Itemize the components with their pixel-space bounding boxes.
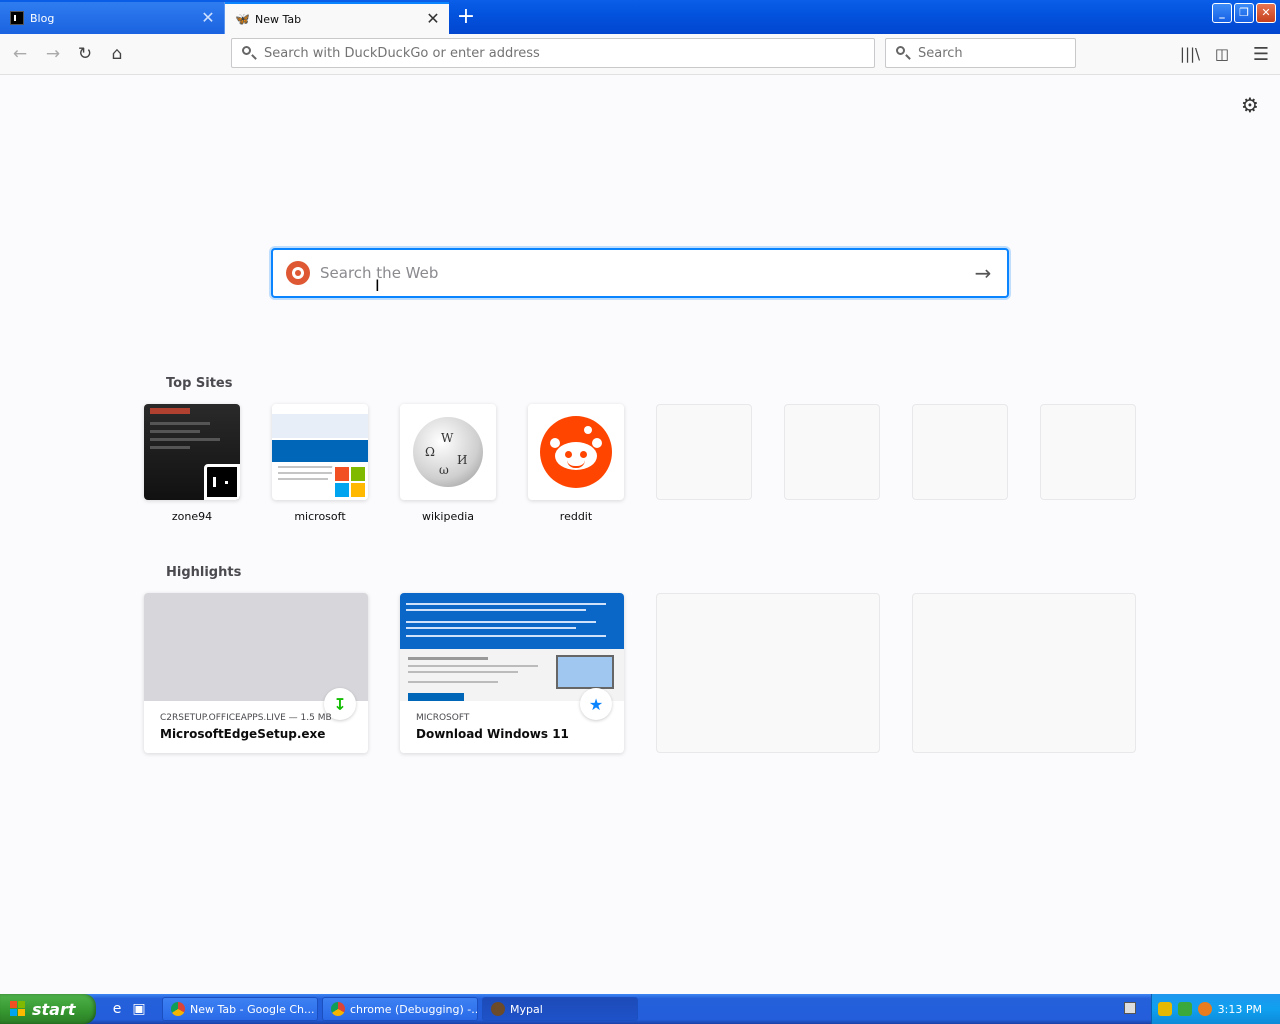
tab-blog[interactable]: Blog ✕	[0, 2, 225, 34]
top-site-reddit[interactable]: reddit	[528, 404, 624, 523]
taskbar-item-new-tab-chrome[interactable]: New Tab - Google Ch...	[162, 997, 318, 1021]
bookmark-star-icon: ★	[580, 688, 612, 720]
new-tab-plus-icon[interactable]: +	[455, 6, 477, 28]
empty-slot	[912, 404, 1008, 500]
address-bar[interactable]: Search with DuckDuckGo or enter address	[231, 38, 875, 68]
chrome-icon	[171, 1002, 185, 1016]
sidebar-icon[interactable]: ◫	[1210, 42, 1234, 66]
empty-slot	[656, 404, 752, 500]
top-site-thumbnail: W Ω И ω	[400, 404, 496, 500]
empty-slot	[784, 404, 880, 500]
minimize-icon[interactable]: _	[1212, 3, 1232, 23]
top-site-label: wikipedia	[421, 510, 474, 523]
highlight-empty-slot	[912, 593, 1136, 753]
taskbar-item-mypal[interactable]: Mypal	[482, 997, 638, 1021]
reddit-logo-icon	[540, 416, 612, 488]
taskbar-item-label: New Tab - Google Ch...	[190, 1002, 315, 1016]
top-sites-title: Top Sites	[166, 376, 233, 391]
window-controls: _ ❐ ✕	[1212, 3, 1276, 23]
highlight-preview	[400, 593, 624, 701]
highlight-card-bookmark[interactable]: ★ MICROSOFT Download Windows 11	[400, 593, 624, 753]
top-site-thumbnail	[272, 404, 368, 500]
navigation-toolbar: ← → ↻ ⌂ Search with DuckDuckGo or enter …	[0, 34, 1280, 75]
highlight-source: C2RSETUP.OFFICEAPPS.LIVE — 1.5 MB	[160, 713, 332, 723]
mypal-icon	[491, 1002, 505, 1016]
top-site-thumbnail	[144, 404, 240, 500]
top-site-thumbnail	[528, 404, 624, 500]
tab-new-tab[interactable]: 🦋 New Tab ✕	[225, 2, 449, 34]
show-desktop-icon[interactable]: ▣	[131, 1001, 147, 1017]
restore-icon[interactable]: ❐	[1234, 3, 1254, 23]
highlight-title: MicrosoftEdgeSetup.exe	[160, 727, 326, 741]
taskbar-item-label: Mypal	[510, 1002, 543, 1016]
system-tray: 3:13 PM	[1151, 994, 1280, 1024]
search-icon	[242, 46, 256, 60]
close-window-icon[interactable]: ✕	[1256, 3, 1276, 23]
top-site-empty	[912, 404, 1008, 500]
zone94-favicon-icon	[204, 464, 240, 500]
search-bar[interactable]: Search	[885, 38, 1076, 68]
top-site-wikipedia[interactable]: W Ω И ω wikipedia	[400, 404, 496, 523]
tab-strip: Blog ✕ 🦋 New Tab ✕ + _ ❐ ✕	[0, 0, 1280, 34]
top-site-empty	[1040, 404, 1136, 500]
search-icon	[896, 46, 910, 60]
top-site-empty	[784, 404, 880, 500]
taskbar-item-label: chrome (Debugging) -...	[350, 1002, 478, 1016]
highlight-preview	[144, 593, 368, 701]
chrome-icon	[331, 1002, 345, 1016]
highlight-source: MICROSOFT	[416, 713, 470, 723]
search-submit-arrow-icon[interactable]: →	[973, 261, 993, 285]
highlight-title: Download Windows 11	[416, 727, 569, 741]
forward-arrow-icon[interactable]: →	[41, 42, 65, 66]
blog-favicon-icon	[10, 11, 24, 25]
clock: 3:13 PM	[1217, 1002, 1262, 1016]
tray-search-icon[interactable]	[1198, 1002, 1212, 1016]
top-site-empty	[656, 404, 752, 500]
top-site-microsoft[interactable]: microsoft	[272, 404, 368, 523]
address-bar-placeholder: Search with DuckDuckGo or enter address	[264, 45, 540, 61]
gear-icon[interactable]: ⚙	[1240, 95, 1260, 115]
internet-explorer-icon[interactable]: e	[109, 1001, 125, 1017]
highlight-card-download[interactable]: ↧ C2RSETUP.OFFICEAPPS.LIVE — 1.5 MB Micr…	[144, 593, 368, 753]
taskbar-item-chrome-debugging[interactable]: chrome (Debugging) -...	[322, 997, 478, 1021]
microsoft-logo-icon	[332, 464, 368, 500]
tray-network-icon[interactable]	[1178, 1002, 1192, 1016]
top-site-zone94[interactable]: zone94	[144, 404, 240, 523]
wikipedia-globe-icon: W Ω И ω	[413, 417, 483, 487]
top-site-label: zone94	[171, 510, 213, 523]
keyboard-layout-icon[interactable]	[1124, 1002, 1136, 1014]
start-label: start	[32, 999, 76, 1019]
text-cursor-icon: I	[375, 276, 380, 295]
web-search-placeholder: Search the Web	[320, 264, 439, 282]
web-search-box[interactable]: Search the Web →	[271, 248, 1009, 298]
empty-slot	[1040, 404, 1136, 500]
top-site-label: microsoft	[294, 510, 346, 523]
tray-app-icon[interactable]	[1158, 1002, 1172, 1016]
mypal-favicon-icon: 🦋	[235, 12, 250, 26]
start-button[interactable]: start	[0, 994, 96, 1024]
highlights-title: Highlights	[166, 565, 242, 580]
home-icon[interactable]: ⌂	[105, 42, 129, 66]
top-site-label: reddit	[559, 510, 593, 523]
tab-title: Blog	[30, 11, 55, 25]
windows-flag-icon	[10, 1001, 26, 1017]
back-arrow-icon[interactable]: ←	[8, 42, 32, 66]
hamburger-menu-icon[interactable]: ☰	[1249, 42, 1273, 66]
windows-taskbar: start e ▣ New Tab - Google Ch... chrome …	[0, 994, 1280, 1024]
reload-icon[interactable]: ↻	[73, 42, 97, 66]
duckduckgo-logo-icon	[286, 261, 310, 285]
close-tab-icon[interactable]: ✕	[200, 10, 216, 26]
close-tab-icon[interactable]: ✕	[425, 11, 441, 27]
tab-title: New Tab	[255, 12, 302, 26]
highlight-empty-slot	[656, 593, 880, 753]
search-bar-placeholder: Search	[918, 45, 963, 61]
library-icon[interactable]: |||\	[1178, 42, 1202, 66]
